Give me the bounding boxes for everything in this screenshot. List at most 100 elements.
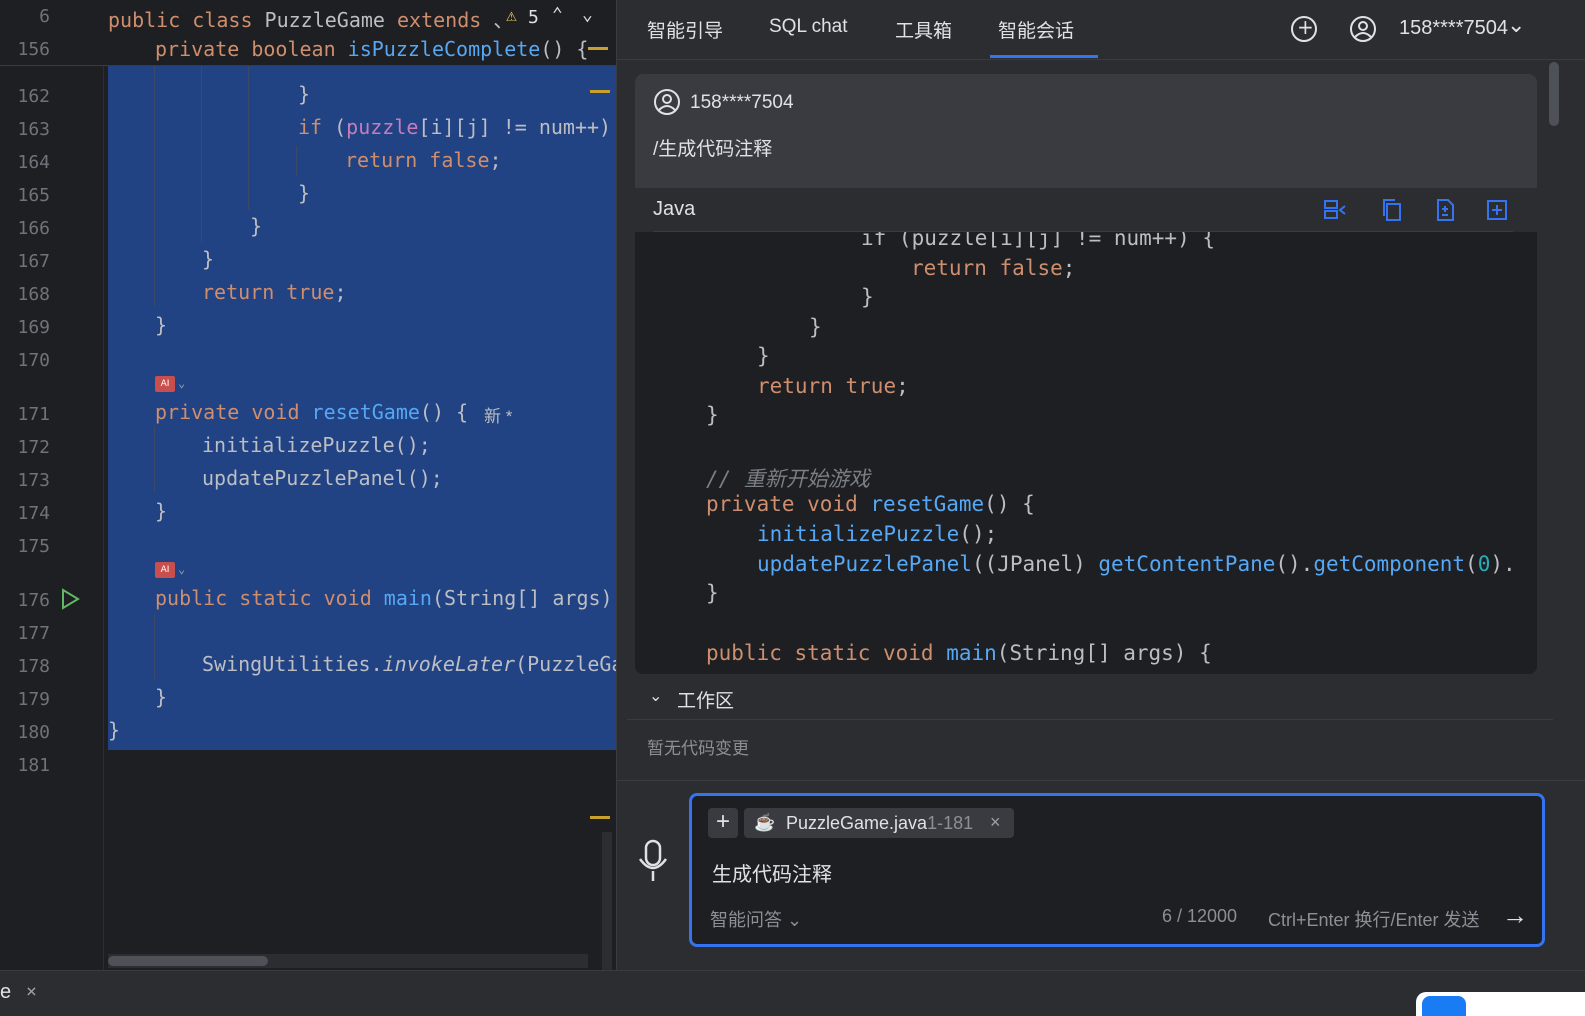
chat-input-box[interactable]: + ☕ PuzzleGame.java1-181 × 生成代码注释 智能问答 ⌄… xyxy=(689,793,1545,947)
sticky-class-code: public class PuzzleGame extends 、 xyxy=(108,8,514,32)
tab-sql-chat[interactable]: SQL chat xyxy=(769,16,848,38)
code-line: private void resetGame() { xyxy=(706,492,1035,516)
inlay-hint: 新 * xyxy=(484,407,513,426)
code-line: initializePuzzle(); xyxy=(757,522,998,546)
microphone-icon[interactable] xyxy=(637,839,669,883)
insert-diff-icon[interactable] xyxy=(1323,198,1347,222)
line-number: 6 xyxy=(39,6,50,27)
code-line: return true; xyxy=(202,280,347,304)
indent-guide xyxy=(248,66,249,210)
user-avatar-icon xyxy=(654,89,680,115)
code-line: private void resetGame() { xyxy=(155,400,469,424)
add-context-button[interactable]: + xyxy=(708,808,738,838)
code-editor[interactable]: 6 public class PuzzleGame extends 、 ⚠ 5 … xyxy=(0,0,616,970)
chevron-down-icon[interactable]: ⌄ xyxy=(178,562,185,576)
scroll-marker xyxy=(590,90,610,93)
line-number: 170 xyxy=(17,350,50,371)
vertical-scrollbar[interactable] xyxy=(602,832,612,970)
copy-icon[interactable] xyxy=(1380,198,1404,222)
code-line: return true; xyxy=(757,374,909,398)
line-number: 166 xyxy=(17,218,50,239)
indent-guide xyxy=(296,146,297,176)
bottom-bar: e × xyxy=(0,970,1585,1016)
code-line: SwingUtilities.invokeLater(PuzzleGa xyxy=(202,652,616,676)
user-avatar-icon[interactable] xyxy=(1349,15,1377,43)
ai-assistant-panel: 智能引导 SQL chat 工具箱 智能会话 + 158****7504 ⌄ 1… xyxy=(616,0,1585,970)
ai-marker-icon[interactable]: AI xyxy=(155,376,175,392)
line-number: 165 xyxy=(17,185,50,206)
floating-action-button[interactable] xyxy=(1416,992,1585,1016)
code-line: } xyxy=(809,315,822,339)
line-number: 179 xyxy=(17,689,50,710)
send-arrow-icon[interactable]: → xyxy=(1502,900,1528,931)
code-line: if (puzzle[i][j] != num++) { xyxy=(861,232,1216,250)
context-file-chip[interactable]: ☕ PuzzleGame.java1-181 × xyxy=(744,808,1014,838)
run-icon[interactable] xyxy=(60,588,80,610)
scrollbar-thumb[interactable] xyxy=(108,956,268,966)
vertical-scrollbar[interactable] xyxy=(1547,60,1561,670)
code-line: } xyxy=(155,313,168,337)
tab-smart-chat[interactable]: 智能会话 xyxy=(998,16,1074,43)
sticky-method-code: private boolean isPuzzleComplete() { xyxy=(155,37,589,61)
code-block[interactable]: if (puzzle[i][j] != num++) { return fals… xyxy=(635,232,1537,674)
code-line: return false; xyxy=(911,256,1076,280)
line-number: 168 xyxy=(17,284,50,305)
workspace-section: ⌄ 工作区 暂无代码变更 xyxy=(627,676,1553,776)
warning-icon[interactable]: ⚠ xyxy=(506,5,517,26)
chevron-down-icon[interactable]: ⌄ xyxy=(582,4,593,25)
code-line: public static void main(String[] args) xyxy=(155,586,613,610)
mode-select[interactable]: 智能问答 ⌄ xyxy=(710,906,802,932)
inlay-marker xyxy=(588,47,608,50)
chevron-down-icon: ⌄ xyxy=(787,910,803,930)
chevron-down-icon[interactable]: ⌄ xyxy=(1507,12,1525,38)
code-line: } xyxy=(155,685,168,709)
chat-history[interactable]: 158****7504 /生成代码注释 Java if (puzzle[i][j… xyxy=(635,74,1537,674)
code-line: } xyxy=(250,214,263,238)
line-number: 156 xyxy=(17,39,50,60)
sticky-line-class[interactable]: 6 public class PuzzleGame extends 、 ⚠ 5 … xyxy=(0,0,616,33)
code-line: } xyxy=(706,581,719,605)
tab-guide[interactable]: 智能引导 xyxy=(647,16,723,43)
line-number: 177 xyxy=(17,623,50,644)
ai-marker-icon[interactable]: AI xyxy=(155,562,175,578)
message-author: 158****7504 xyxy=(690,92,794,113)
code-line: } xyxy=(757,344,770,368)
tab-toolbox[interactable]: 工具箱 xyxy=(895,16,952,43)
scroll-marker xyxy=(590,816,610,819)
close-icon[interactable]: × xyxy=(26,981,37,1002)
code-line: public static void main(String[] args) { xyxy=(706,641,1212,665)
line-number: 171 xyxy=(17,404,50,425)
new-chat-icon[interactable]: + xyxy=(1291,15,1317,42)
chevron-up-icon[interactable]: ⌃ xyxy=(552,4,563,25)
line-number: 181 xyxy=(17,755,50,776)
chevron-down-icon[interactable]: ⌄ xyxy=(178,376,185,390)
line-number: 176 xyxy=(17,590,50,611)
code-line: } xyxy=(108,718,121,742)
code-line: return false; xyxy=(345,148,502,172)
indent-guide xyxy=(154,614,155,680)
top-navigation: 智能引导 SQL chat 工具箱 智能会话 + 158****7504 ⌄ xyxy=(617,0,1585,60)
sticky-line-method[interactable]: 156 private boolean isPuzzleComplete() { xyxy=(0,33,616,66)
code-line: } xyxy=(298,181,311,205)
indent-guide xyxy=(154,426,155,492)
chevron-down-icon[interactable]: ⌄ xyxy=(649,686,662,706)
scrollbar-thumb[interactable] xyxy=(1549,62,1559,126)
bottom-tab-label[interactable]: e xyxy=(0,981,11,1004)
insert-file-icon[interactable] xyxy=(1433,198,1457,222)
code-language: Java xyxy=(653,198,696,220)
close-icon[interactable]: × xyxy=(990,812,1001,833)
code-line: updatePuzzlePanel((JPanel) getContentPan… xyxy=(757,552,1516,576)
assistant-icon xyxy=(1422,996,1466,1016)
new-file-icon[interactable] xyxy=(1485,198,1509,222)
workspace-header[interactable]: ⌄ 工作区 xyxy=(627,676,1553,720)
code-block-header: Java xyxy=(635,188,1537,232)
active-tab-indicator xyxy=(990,55,1098,58)
user-message: 158****7504 /生成代码注释 xyxy=(635,74,1537,188)
account-name[interactable]: 158****7504 xyxy=(1399,17,1508,40)
line-number: 174 xyxy=(17,503,50,524)
horizontal-scrollbar[interactable] xyxy=(108,954,588,968)
send-hint: Ctrl+Enter 换行/Enter 发送 xyxy=(1268,910,1480,930)
chat-input-text[interactable]: 生成代码注释 xyxy=(712,858,832,887)
line-number: 162 xyxy=(17,86,50,107)
code-line: if (puzzle[i][j] != num++) xyxy=(298,115,612,139)
